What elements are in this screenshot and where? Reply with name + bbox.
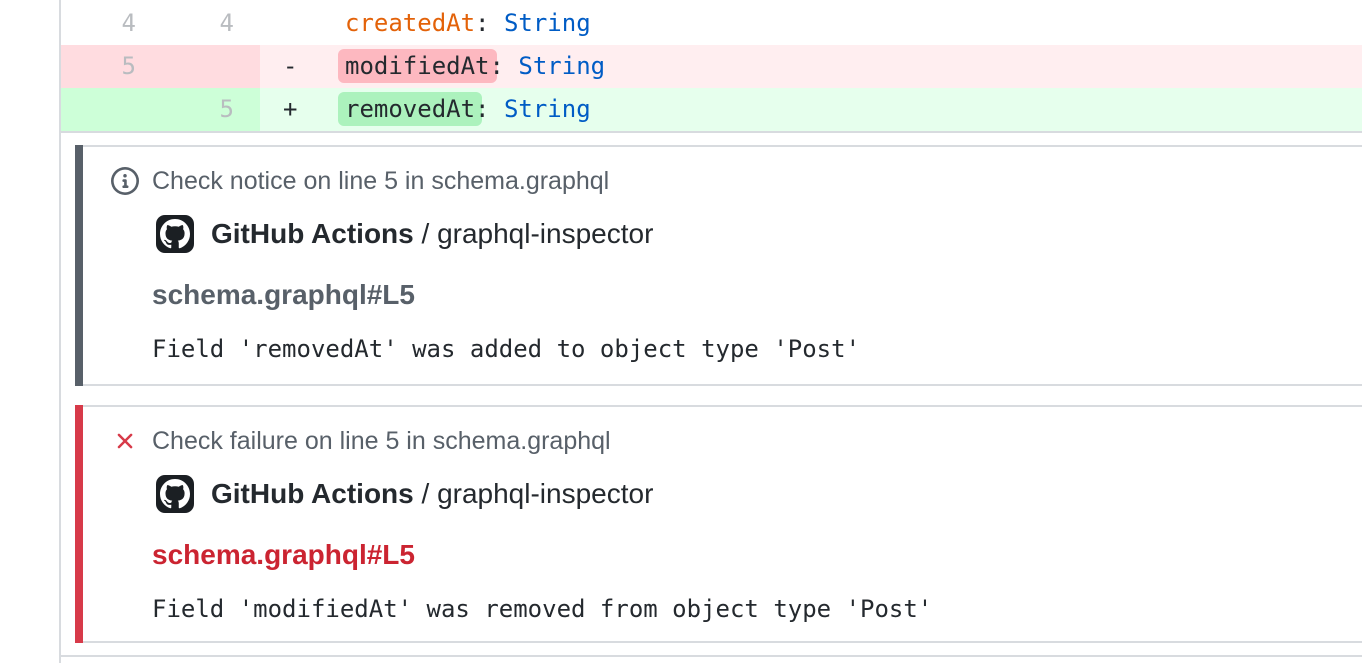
code-token-field: createdAt xyxy=(345,9,475,37)
failure-header-text: Check failure on line 5 in schema.graphq… xyxy=(152,427,611,455)
old-line-number[interactable]: 4 xyxy=(61,2,162,45)
diff-row-deletion: 5 - modifiedAt: String xyxy=(61,45,1362,88)
check-app-name[interactable]: GitHub Actions xyxy=(211,215,414,253)
code-line: - modifiedAt: String xyxy=(260,45,1362,88)
code-token-type: String xyxy=(518,52,605,80)
check-app-row: GitHub Actions / graphql-inspector xyxy=(156,475,1362,513)
check-notice-annotation: Check notice on line 5 in schema.graphql… xyxy=(75,145,1362,386)
diff-marker-minus: - xyxy=(283,45,297,88)
code-line: createdAt: String xyxy=(260,2,1362,45)
check-tool-name: / graphql-inspector xyxy=(414,475,654,513)
diff-row-context: 4 4 createdAt: String xyxy=(61,2,1362,45)
file-container-bottom-border xyxy=(61,655,1362,657)
annotation-message: Field 'removedAt' was added to object ty… xyxy=(152,335,1362,363)
notice-accent-bar xyxy=(75,145,83,386)
diff-row-addition: 5 + removedAt: String xyxy=(61,88,1362,131)
added-word-highlight: removedAt xyxy=(338,92,482,126)
check-app-name[interactable]: GitHub Actions xyxy=(211,475,414,513)
code-line: + removedAt: String xyxy=(260,88,1362,131)
failure-header: Check failure on line 5 in schema.graphq… xyxy=(111,427,1362,455)
diff-bottom-border xyxy=(61,131,1362,133)
github-actions-avatar[interactable] xyxy=(156,215,194,253)
check-app-row: GitHub Actions / graphql-inspector xyxy=(156,215,1362,253)
diff-table: 4 4 createdAt: String 5 - modifiedAt: Str… xyxy=(61,2,1362,131)
code-token-punct: : xyxy=(475,95,504,123)
octocat-icon xyxy=(160,479,190,509)
diff-marker-plus: + xyxy=(283,88,297,131)
new-line-number[interactable] xyxy=(162,45,260,88)
code-token-type: String xyxy=(504,95,591,123)
check-failure-annotation: Check failure on line 5 in schema.graphq… xyxy=(75,405,1362,643)
new-line-number[interactable]: 4 xyxy=(162,2,260,45)
notice-header-text: Check notice on line 5 in schema.graphql xyxy=(152,167,609,195)
code-token-type: String xyxy=(504,9,591,37)
check-tool-name: / graphql-inspector xyxy=(414,215,654,253)
notice-header: Check notice on line 5 in schema.graphql xyxy=(111,167,1362,195)
diff-annotations-view: 4 4 createdAt: String 5 - modifiedAt: Str… xyxy=(0,0,1362,663)
old-line-number[interactable] xyxy=(61,88,162,131)
old-line-number[interactable]: 5 xyxy=(61,45,162,88)
deleted-word-highlight: modifiedAt xyxy=(338,49,497,83)
annotation-file-link[interactable]: schema.graphql#L5 xyxy=(152,539,1362,571)
annotation-file-link[interactable]: schema.graphql#L5 xyxy=(152,279,1362,311)
github-actions-avatar[interactable] xyxy=(156,475,194,513)
failure-accent-bar xyxy=(75,405,83,643)
info-icon xyxy=(111,167,139,195)
new-line-number[interactable]: 5 xyxy=(162,88,260,131)
annotation-message: Field 'modifiedAt' was removed from obje… xyxy=(152,595,1362,623)
x-icon xyxy=(112,428,138,454)
octocat-icon xyxy=(160,219,190,249)
code-token-punct: : xyxy=(475,9,504,37)
code-token-punct: : xyxy=(490,52,519,80)
